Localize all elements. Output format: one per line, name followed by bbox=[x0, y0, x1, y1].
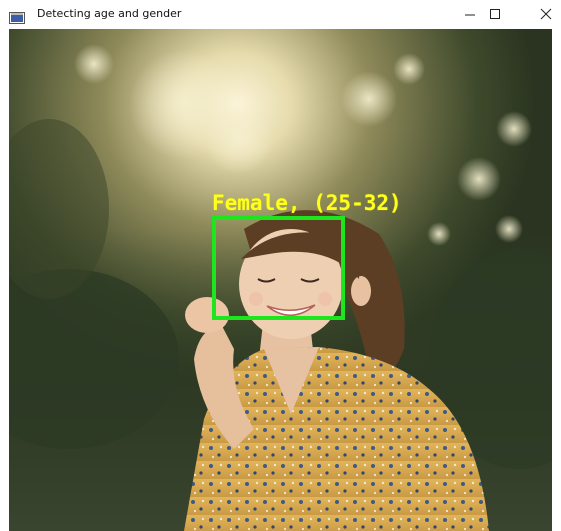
window-title: Detecting age and gender bbox=[37, 7, 182, 20]
face-bounding-box bbox=[212, 216, 345, 320]
maximize-button[interactable] bbox=[473, 0, 517, 29]
title-bar[interactable]: Detecting age and gender bbox=[0, 0, 561, 29]
detection-image: Female, (25-32) bbox=[9, 29, 552, 531]
detection-label: Female, (25-32) bbox=[212, 191, 402, 215]
maximize-icon bbox=[489, 5, 501, 24]
window-app-icon bbox=[9, 9, 25, 24]
app-window: Detecting age and gender Female, (25-32) bbox=[0, 0, 561, 531]
close-button[interactable] bbox=[524, 0, 561, 29]
close-icon bbox=[540, 5, 552, 24]
